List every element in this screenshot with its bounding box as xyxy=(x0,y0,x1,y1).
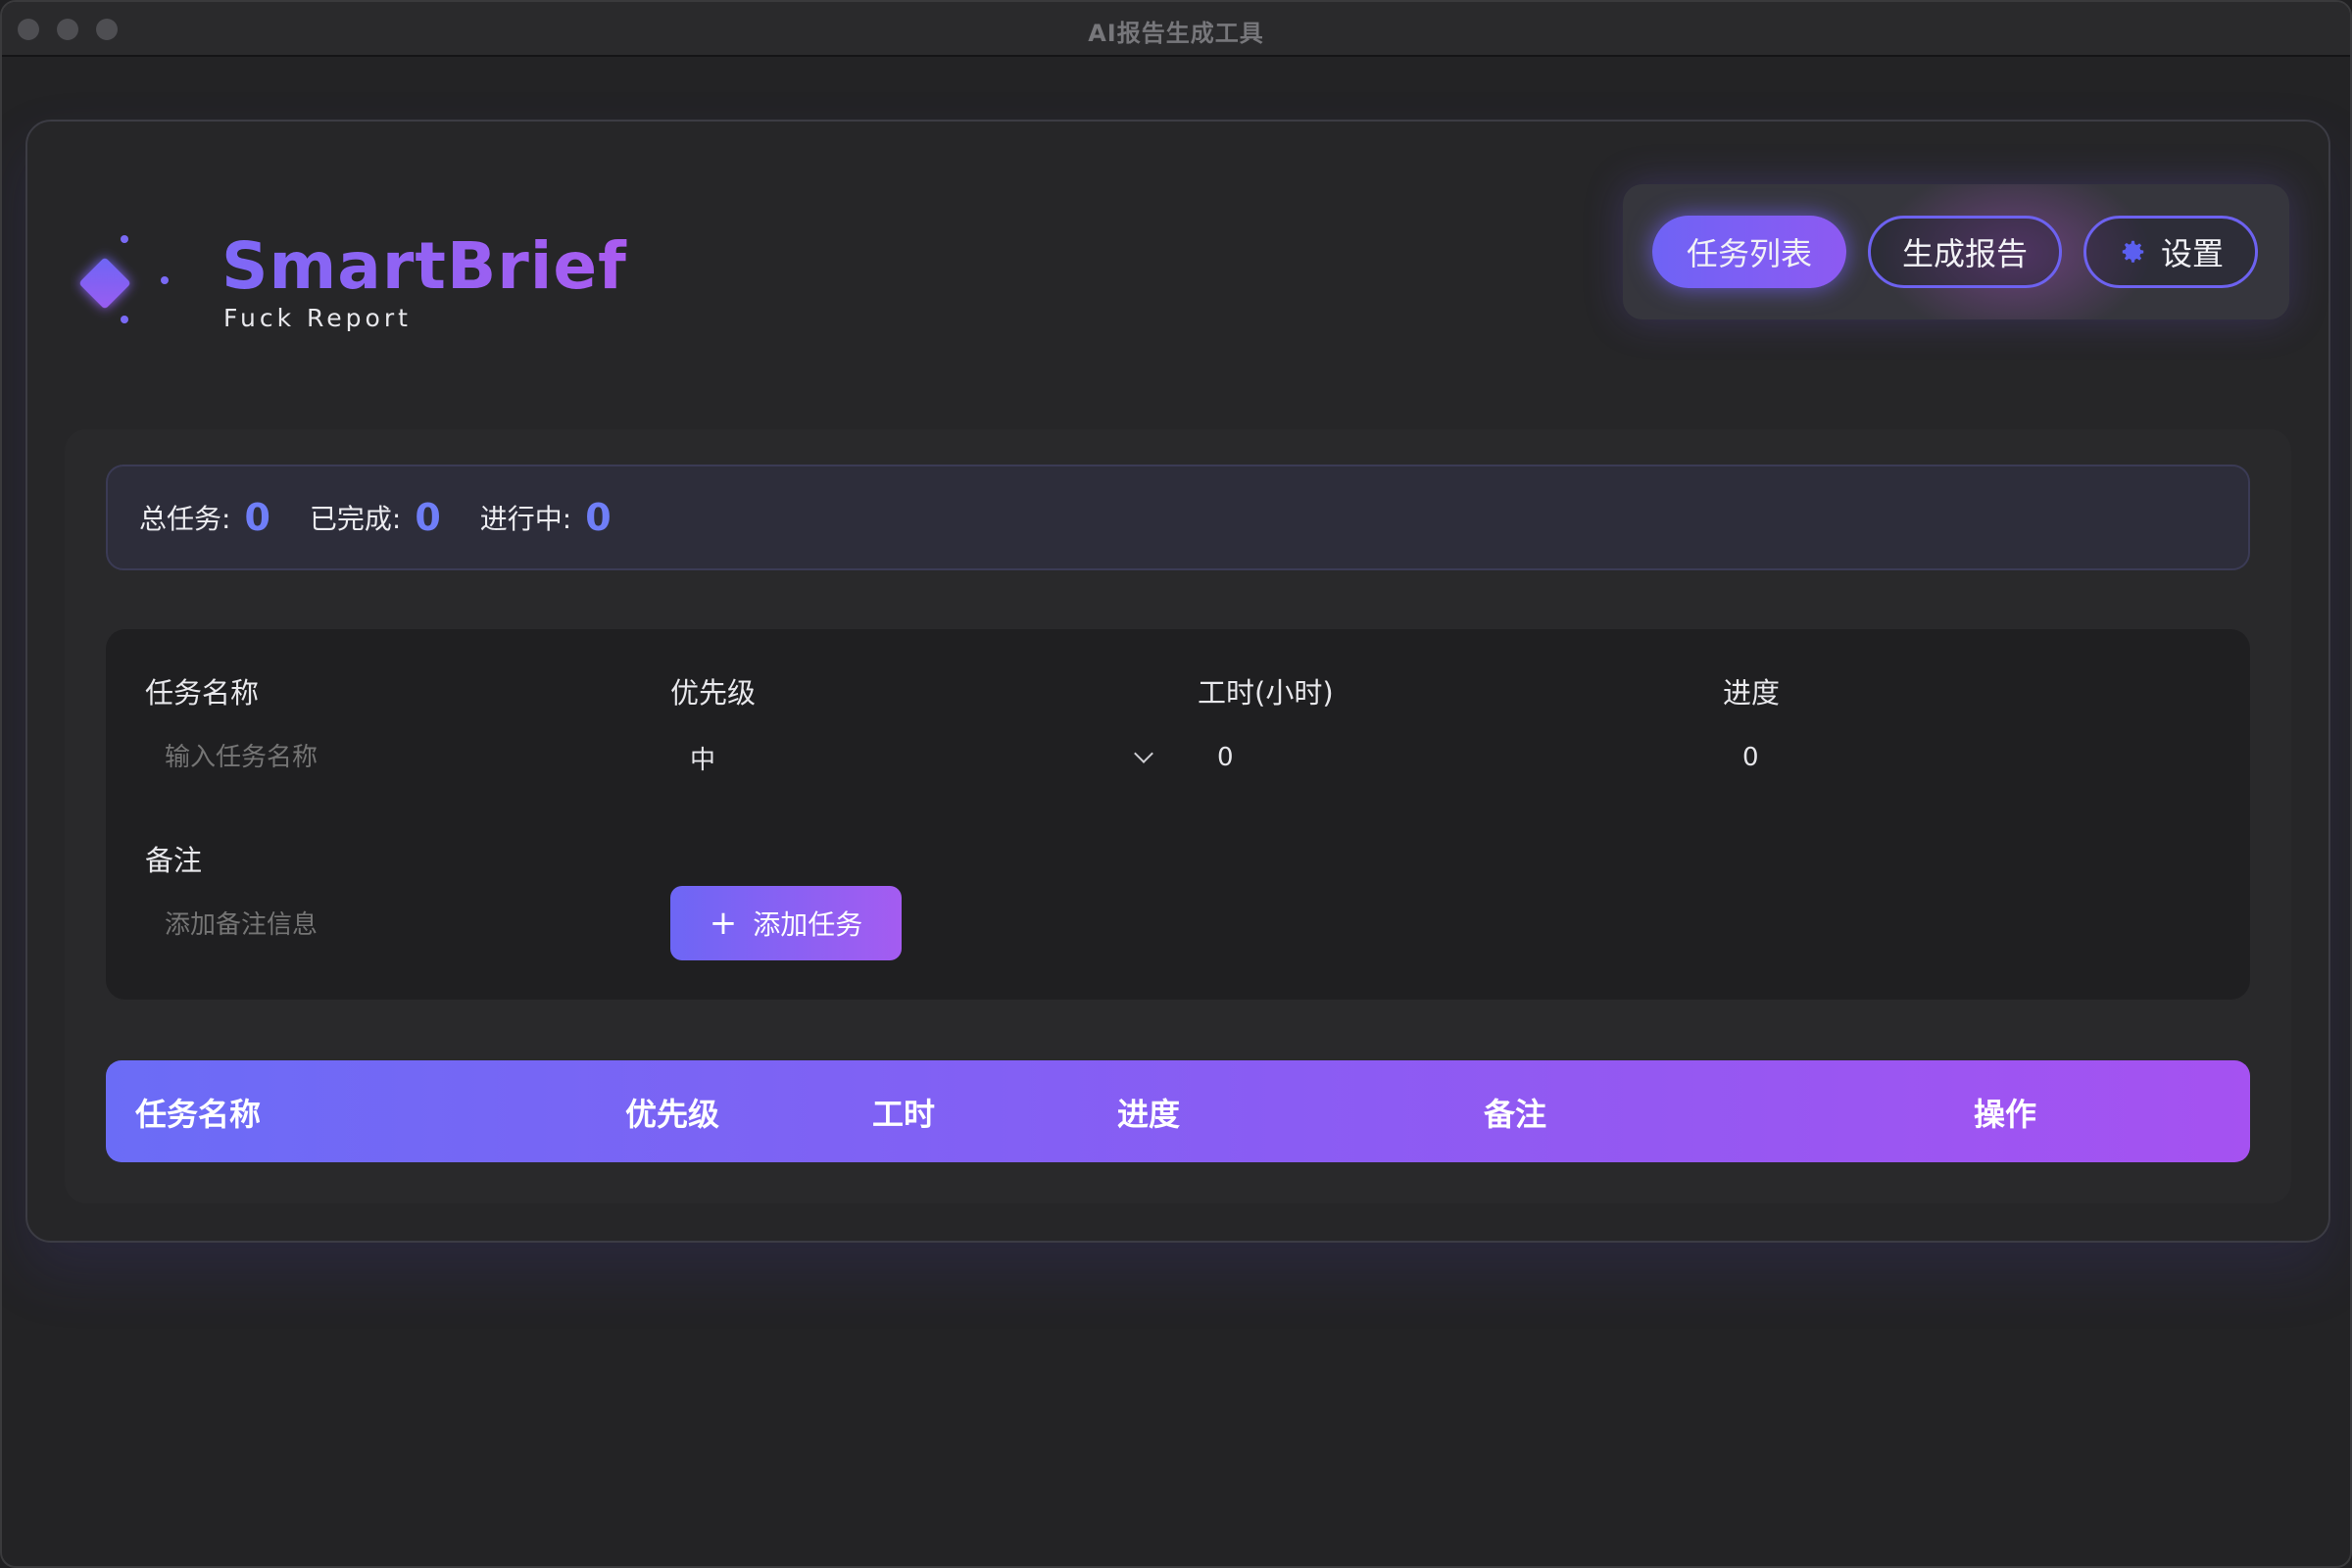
title-bar: AI报告生成工具 xyxy=(2,2,2350,57)
stats-bar: 总任务: 0 已完成: 0 进行中: 0 xyxy=(106,465,2250,570)
task-name-input[interactable] xyxy=(145,733,635,782)
column-header-priority: 优先级 xyxy=(625,1096,720,1133)
task-name-label: 任务名称 xyxy=(145,676,260,710)
plus-icon: + xyxy=(709,904,738,943)
column-header-hours: 工时 xyxy=(872,1096,936,1133)
column-header-actions: 操作 xyxy=(1974,1096,2037,1133)
progress-input-value: 0 xyxy=(1742,743,1759,772)
tab-task-list[interactable]: 任务列表 xyxy=(1652,216,1846,288)
tab-settings-label: 设置 xyxy=(2160,235,2224,272)
brand-tagline: Fuck Report xyxy=(223,304,412,332)
window-title: AI报告生成工具 xyxy=(1088,20,1264,47)
brand-name: SmartBrief xyxy=(221,228,627,304)
notes-label: 备注 xyxy=(145,844,203,877)
stat-total-label: 总任务: xyxy=(139,503,231,535)
chevron-down-icon xyxy=(1134,744,1153,763)
stat-completed: 已完成: 0 xyxy=(310,496,441,539)
gear-icon xyxy=(2122,240,2144,263)
stat-total-value: 0 xyxy=(244,496,270,539)
stat-in-progress: 进行中: 0 xyxy=(480,496,612,539)
app-window: AI报告生成工具 SmartBrief Fuck Report 任务列表 生成报… xyxy=(0,0,2352,1568)
progress-input[interactable]: 0 xyxy=(1723,733,2213,782)
notes-input[interactable] xyxy=(145,901,635,950)
hours-input-value: 0 xyxy=(1217,743,1234,772)
logo-icon xyxy=(79,235,169,323)
stat-completed-value: 0 xyxy=(415,496,441,539)
tab-settings[interactable]: 设置 xyxy=(2083,216,2258,288)
stat-completed-label: 已完成: xyxy=(309,503,402,535)
column-header-task-name: 任务名称 xyxy=(135,1096,262,1133)
priority-label: 优先级 xyxy=(670,676,757,710)
hours-input[interactable]: 0 xyxy=(1198,733,1688,782)
column-header-progress: 进度 xyxy=(1117,1096,1181,1133)
tab-generate-report[interactable]: 生成报告 xyxy=(1868,216,2062,288)
tab-task-list-label: 任务列表 xyxy=(1686,235,1812,272)
priority-select-value: 中 xyxy=(690,745,716,775)
progress-label: 进度 xyxy=(1723,676,1781,710)
priority-select[interactable]: 中 xyxy=(670,733,1160,782)
add-task-button-label: 添加任务 xyxy=(753,908,863,941)
nav-panel: 任务列表 生成报告 设置 xyxy=(1623,184,2289,319)
add-task-button[interactable]: + 添加任务 xyxy=(670,886,902,960)
column-header-notes: 备注 xyxy=(1484,1096,1547,1133)
task-table-header: 任务名称 优先级 工时 进度 备注 操作 xyxy=(106,1060,2250,1162)
hours-label: 工时(小时) xyxy=(1198,676,1334,710)
stat-in-progress-label: 进行中: xyxy=(479,503,572,535)
stat-in-progress-value: 0 xyxy=(585,496,612,539)
tab-generate-report-label: 生成报告 xyxy=(1901,235,2028,272)
stat-total: 总任务: 0 xyxy=(139,496,270,539)
